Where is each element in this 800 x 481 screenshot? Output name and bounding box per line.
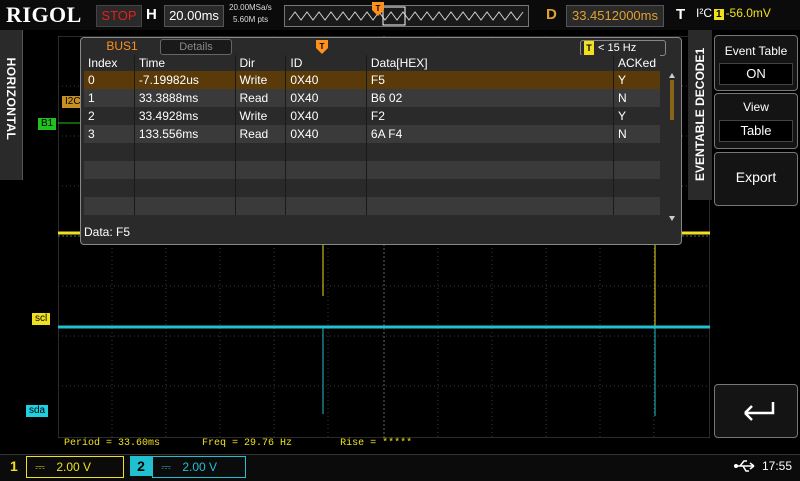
ch1-scale-value: 2.00 V bbox=[56, 460, 92, 474]
svg-text:T: T bbox=[320, 42, 325, 51]
view-title: View bbox=[743, 100, 769, 114]
trigger-info[interactable]: I²C 1 -56.0mV bbox=[696, 6, 771, 20]
horizontal-tab-label: HORIZONTAL bbox=[4, 57, 18, 141]
cell-index: 2 bbox=[84, 107, 135, 125]
table-scrollbar[interactable] bbox=[668, 72, 676, 222]
ch2-label[interactable]: 2 bbox=[130, 456, 152, 476]
trigger-label: T bbox=[676, 6, 686, 23]
table-row-empty bbox=[84, 161, 660, 179]
col-acked: ACKed bbox=[612, 55, 660, 71]
scroll-up-icon[interactable] bbox=[669, 73, 675, 78]
col-id: ID bbox=[285, 55, 367, 71]
overview-wave bbox=[288, 6, 524, 26]
tab-details[interactable]: Details bbox=[160, 39, 232, 55]
rise-measurement: Rise = ***** bbox=[340, 438, 413, 449]
col-dir: Dir bbox=[234, 55, 286, 71]
trigger-level: -56.0mV bbox=[725, 6, 771, 20]
col-index: Index bbox=[84, 55, 135, 71]
period-measurement: Period = 33.60ms bbox=[64, 438, 161, 449]
trigger-rate-indicator: T < 15 Hz bbox=[580, 40, 666, 56]
table-header-row: Index Time Dir ID Data[HEX] ACKed bbox=[84, 55, 660, 71]
cell-id: 0X40 bbox=[285, 125, 367, 143]
cell-dir: Write bbox=[234, 107, 286, 125]
view-softkey[interactable]: View Table bbox=[714, 93, 798, 149]
selected-data-line: Data: F5 bbox=[84, 225, 131, 239]
trigger-rate-value: < 15 Hz bbox=[598, 42, 637, 54]
table-row[interactable]: 3 133.556ms Read 0X40 6A F4 N bbox=[84, 125, 660, 143]
system-clock: 17:55 bbox=[762, 459, 793, 473]
cell-acked: Y bbox=[612, 71, 660, 89]
col-time: Time bbox=[133, 55, 236, 71]
return-arrow-icon bbox=[744, 402, 775, 421]
b1-bus-marker[interactable]: B1 bbox=[38, 118, 57, 130]
ch1-label[interactable]: 1 bbox=[10, 458, 18, 474]
timebase-value[interactable]: 20.00ms bbox=[164, 5, 224, 27]
cell-dir: Read bbox=[234, 125, 286, 143]
cell-time: 133.556ms bbox=[133, 125, 236, 143]
decode-menu-tab-label: EVENTABLE DECODE1 bbox=[693, 47, 707, 181]
waveform-overview bbox=[284, 5, 529, 27]
export-softkey[interactable]: Export bbox=[714, 152, 798, 206]
frequency-measurement: Freq = 29.76 Hz bbox=[202, 438, 293, 449]
cell-index: 0 bbox=[84, 71, 135, 89]
cell-data: B6 02 bbox=[365, 89, 614, 107]
trigger-marker-icon: T bbox=[316, 40, 328, 54]
ch2-scale-value: 2.00 V bbox=[182, 460, 218, 474]
cell-acked: Y bbox=[612, 107, 660, 125]
scl-channel-marker[interactable]: scl bbox=[32, 313, 51, 325]
table-row[interactable]: 0 -7.19982us Write 0X40 F5 Y bbox=[84, 71, 660, 89]
ch1-scale-box[interactable]: ⎓ 2.00 V bbox=[26, 456, 124, 478]
table-row-empty bbox=[84, 179, 660, 197]
run-stop-status[interactable]: STOP bbox=[96, 5, 142, 27]
svg-text:T: T bbox=[376, 4, 381, 13]
cell-dir: Write bbox=[234, 71, 286, 89]
table-row-empty bbox=[84, 143, 660, 161]
event-table-title: Event Table bbox=[724, 44, 788, 58]
dc-coupling-icon: ⎓ bbox=[35, 460, 45, 474]
cell-data: 6A F4 bbox=[365, 125, 614, 143]
scroll-down-icon[interactable] bbox=[669, 216, 675, 221]
ch2-scale-box[interactable]: ⎓ 2.00 V bbox=[152, 456, 246, 478]
cell-time: -7.19982us bbox=[133, 71, 236, 89]
trigger-type: I²C bbox=[696, 6, 712, 20]
cell-time: 33.3888ms bbox=[133, 89, 236, 107]
dc-coupling-icon: ⎓ bbox=[161, 460, 171, 474]
event-table: Index Time Dir ID Data[HEX] ACKed 0 -7.1… bbox=[84, 55, 660, 215]
eventable-label: EVENTABLE bbox=[693, 109, 707, 181]
measurement-readout: Period = 33.60ms Freq = 29.76 Hz Rise = … bbox=[64, 438, 412, 449]
horizontal-label: H bbox=[146, 6, 157, 23]
sample-rate: 20.00MSa/s bbox=[229, 3, 272, 12]
back-softkey[interactable] bbox=[714, 384, 798, 438]
trigger-rate-icon: T bbox=[584, 41, 594, 55]
delay-label: D bbox=[546, 6, 557, 23]
cell-data: F5 bbox=[365, 71, 614, 89]
decode1-label: DECODE1 bbox=[693, 47, 707, 106]
cell-acked: N bbox=[612, 125, 660, 143]
col-data-hex: Data[HEX] bbox=[365, 55, 614, 71]
cell-id: 0X40 bbox=[285, 71, 367, 89]
trigger-source-badge: 1 bbox=[714, 9, 724, 20]
table-row-empty bbox=[84, 197, 660, 215]
memory-depth: 5.60M pts bbox=[233, 15, 269, 24]
view-value: Table bbox=[719, 120, 793, 142]
rigol-logo: RIGOL bbox=[6, 2, 82, 27]
table-row[interactable]: 2 33.4928ms Write 0X40 F2 Y bbox=[84, 107, 660, 125]
usb-icon bbox=[734, 460, 755, 472]
cell-dir: Read bbox=[234, 89, 286, 107]
event-table-value: ON bbox=[719, 63, 793, 85]
cell-data: F2 bbox=[365, 107, 614, 125]
cell-id: 0X40 bbox=[285, 89, 367, 107]
cell-index: 3 bbox=[84, 125, 135, 143]
trigger-position-value[interactable]: 33.4512000ms bbox=[566, 5, 664, 27]
tab-bus1[interactable]: BUS1 bbox=[90, 38, 154, 54]
cell-index: 1 bbox=[84, 89, 135, 107]
cell-acked: N bbox=[612, 89, 660, 107]
sda-channel-marker[interactable]: sda bbox=[26, 405, 49, 417]
cell-id: 0X40 bbox=[285, 107, 367, 125]
trigger-position-marker-icon[interactable]: T bbox=[372, 2, 384, 16]
cell-time: 33.4928ms bbox=[133, 107, 236, 125]
table-row[interactable]: 1 33.3888ms Read 0X40 B6 02 N bbox=[84, 89, 660, 107]
export-title: Export bbox=[735, 169, 777, 185]
event-table-softkey[interactable]: Event Table ON bbox=[714, 35, 798, 91]
